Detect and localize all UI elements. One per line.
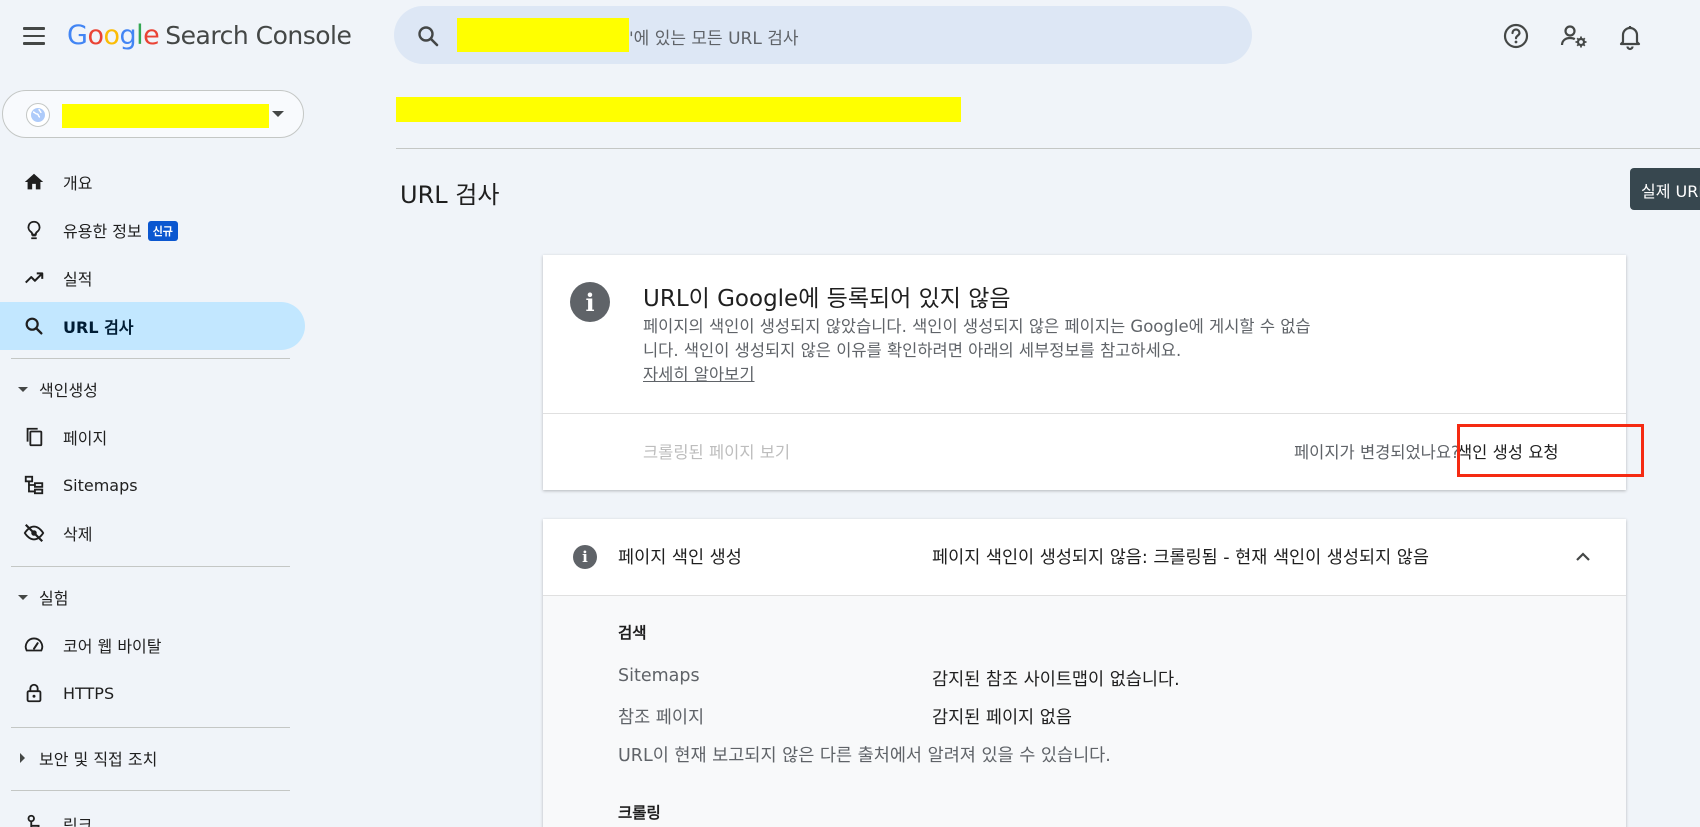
view-crawled-page-button[interactable]: 크롤링된 페이지 보기	[643, 439, 790, 463]
trending-up-icon	[22, 266, 46, 290]
sidebar-item-label-text: 유용한 정보	[63, 222, 142, 241]
main-divider	[396, 148, 1700, 149]
sidebar-item-label: HTTPS	[63, 683, 115, 703]
redacted-property-name	[62, 104, 269, 128]
search-placeholder: '에 있는 모든 URL 검사	[629, 29, 799, 49]
url-inspect-search[interactable]: '에 있는 모든 URL 검사	[394, 6, 1252, 64]
caret-down-icon	[18, 386, 28, 392]
sidebar-divider	[11, 358, 290, 359]
section-label: 실험	[39, 589, 69, 608]
page-indexing-details: 검색 Sitemaps 감지된 참조 사이트맵이 없습니다. 참조 페이지 감지…	[543, 595, 1626, 827]
info-icon: i	[573, 545, 597, 569]
lightbulb-icon	[22, 218, 46, 242]
sidebar-item-overview[interactable]: 개요	[0, 158, 305, 206]
sidebar-item-label: 페이지	[63, 429, 108, 448]
sidebar-item-sitemaps[interactable]: Sitemaps	[0, 461, 305, 509]
logo-letter: o	[103, 20, 120, 51]
sidebar-item-label: 삭제	[63, 525, 93, 544]
sidebar-divider	[11, 790, 290, 791]
sitemap-icon	[22, 473, 46, 497]
product-name: Search Console	[165, 21, 352, 50]
sidebar-item-label: Sitemaps	[63, 475, 138, 495]
visibility-off-icon	[22, 521, 46, 545]
speed-icon	[22, 633, 46, 657]
logo-letter: G	[67, 20, 88, 51]
sidebar-item-links[interactable]: 링크	[0, 800, 305, 827]
info-icon: i	[570, 282, 610, 322]
test-live-url-button[interactable]: 실제 URL 테스트	[1630, 168, 1700, 210]
sidebar-item-label: 실적	[63, 270, 93, 289]
home-icon	[22, 170, 46, 194]
detail-row-value: 감지된 참조 사이트맵이 없습니다.	[932, 670, 1180, 690]
page-indexing-card: i 페이지 색인 생성 페이지 색인이 생성되지 않음: 크롤링됨 - 현재 색…	[543, 519, 1626, 827]
top-app-bar: Google Search Console '에 있는 모든 URL 검사	[0, 0, 1700, 72]
menu-icon-bar	[23, 27, 45, 30]
crawl-section-label: 크롤링	[618, 804, 661, 822]
sidebar-section-indexing[interactable]: 색인생성	[0, 369, 300, 409]
sidebar-item-removals[interactable]: 삭제	[0, 509, 305, 557]
lock-icon	[22, 681, 46, 705]
card-divider	[543, 413, 1626, 414]
sidebar-divider	[11, 566, 290, 567]
sidebar-item-label: 개요	[63, 174, 93, 193]
page-title: URL 검사	[400, 181, 500, 209]
search-icon	[22, 314, 46, 338]
new-badge: 신규	[147, 221, 178, 241]
discovery-note: URL이 현재 보고되지 않은 다른 출처에서 알려져 있을 수 있습니다.	[618, 746, 1111, 766]
accordion-title: 페이지 색인 생성	[618, 548, 742, 568]
status-title: URL이 Google에 등록되어 있지 않음	[643, 286, 1011, 312]
help-icon[interactable]	[1500, 20, 1532, 52]
learn-more-link[interactable]: 자세히 알아보기	[643, 361, 755, 385]
section-label: 보안 및 직접 조치	[39, 750, 158, 769]
sidebar-item-label: URL 검사	[63, 318, 134, 337]
menu-icon-bar	[23, 34, 45, 38]
chevron-up-icon[interactable]	[1571, 545, 1595, 569]
indexing-status: 페이지 색인이 생성되지 않음: 크롤링됨 - 현재 색인이 생성되지 않음	[932, 548, 1429, 568]
sidebar-item-url-inspection[interactable]: URL 검사	[0, 302, 305, 350]
sidebar-section-experience[interactable]: 실험	[0, 577, 300, 617]
page-changed-text: 페이지가 변경되었나요?	[1294, 443, 1460, 462]
logo-letter: e	[143, 20, 160, 51]
pages-icon	[22, 425, 46, 449]
sidebar-item-pages[interactable]: 페이지	[0, 413, 305, 461]
sidebar-item-core-web-vitals[interactable]: 코어 웹 바이탈	[0, 621, 305, 669]
sidebar-section-security[interactable]: 보안 및 직접 조치	[0, 738, 300, 778]
redacted-url	[396, 97, 961, 122]
property-selector[interactable]	[2, 90, 304, 138]
manage-users-icon[interactable]	[1558, 20, 1590, 52]
sidebar-item-label: 유용한 정보 신규	[63, 218, 178, 242]
links-icon	[22, 812, 46, 827]
sidebar-item-label: 링크	[63, 816, 93, 827]
section-label: 색인생성	[39, 381, 98, 400]
caret-down-icon	[18, 594, 28, 600]
sidebar-item-performance[interactable]: 실적	[0, 254, 305, 302]
discovery-section-label: 검색	[618, 624, 647, 642]
logo-letter: o	[87, 20, 104, 51]
caret-right-icon	[20, 753, 25, 763]
detail-row-value: 감지된 페이지 없음	[932, 708, 1072, 728]
sidebar-item-insights[interactable]: 유용한 정보 신규	[0, 206, 305, 254]
sidebar-item-https[interactable]: HTTPS	[0, 669, 305, 717]
detail-row-label: 참조 페이지	[618, 708, 705, 728]
dropdown-arrow-icon	[272, 111, 284, 117]
menu-icon-bar	[23, 42, 45, 45]
notifications-icon[interactable]	[1614, 20, 1646, 52]
globe-icon	[26, 103, 50, 127]
search-console-logo[interactable]: Google Search Console	[67, 20, 352, 51]
page-indexing-accordion-header[interactable]: i 페이지 색인 생성 페이지 색인이 생성되지 않음: 크롤링됨 - 현재 색…	[543, 519, 1626, 595]
status-description: 페이지의 색인이 생성되지 않았습니다. 색인이 생성되지 않은 페이지는 Go…	[643, 317, 1311, 360]
search-icon	[418, 26, 439, 47]
highlight-annotation-box	[1457, 424, 1644, 477]
sidebar-item-label: 코어 웹 바이탈	[63, 637, 162, 656]
detail-row-label: Sitemaps	[618, 666, 700, 686]
logo-letter: g	[119, 20, 137, 51]
sidebar-divider	[11, 727, 290, 728]
main-menu-button[interactable]	[18, 20, 50, 52]
redacted-property-name	[457, 18, 629, 52]
